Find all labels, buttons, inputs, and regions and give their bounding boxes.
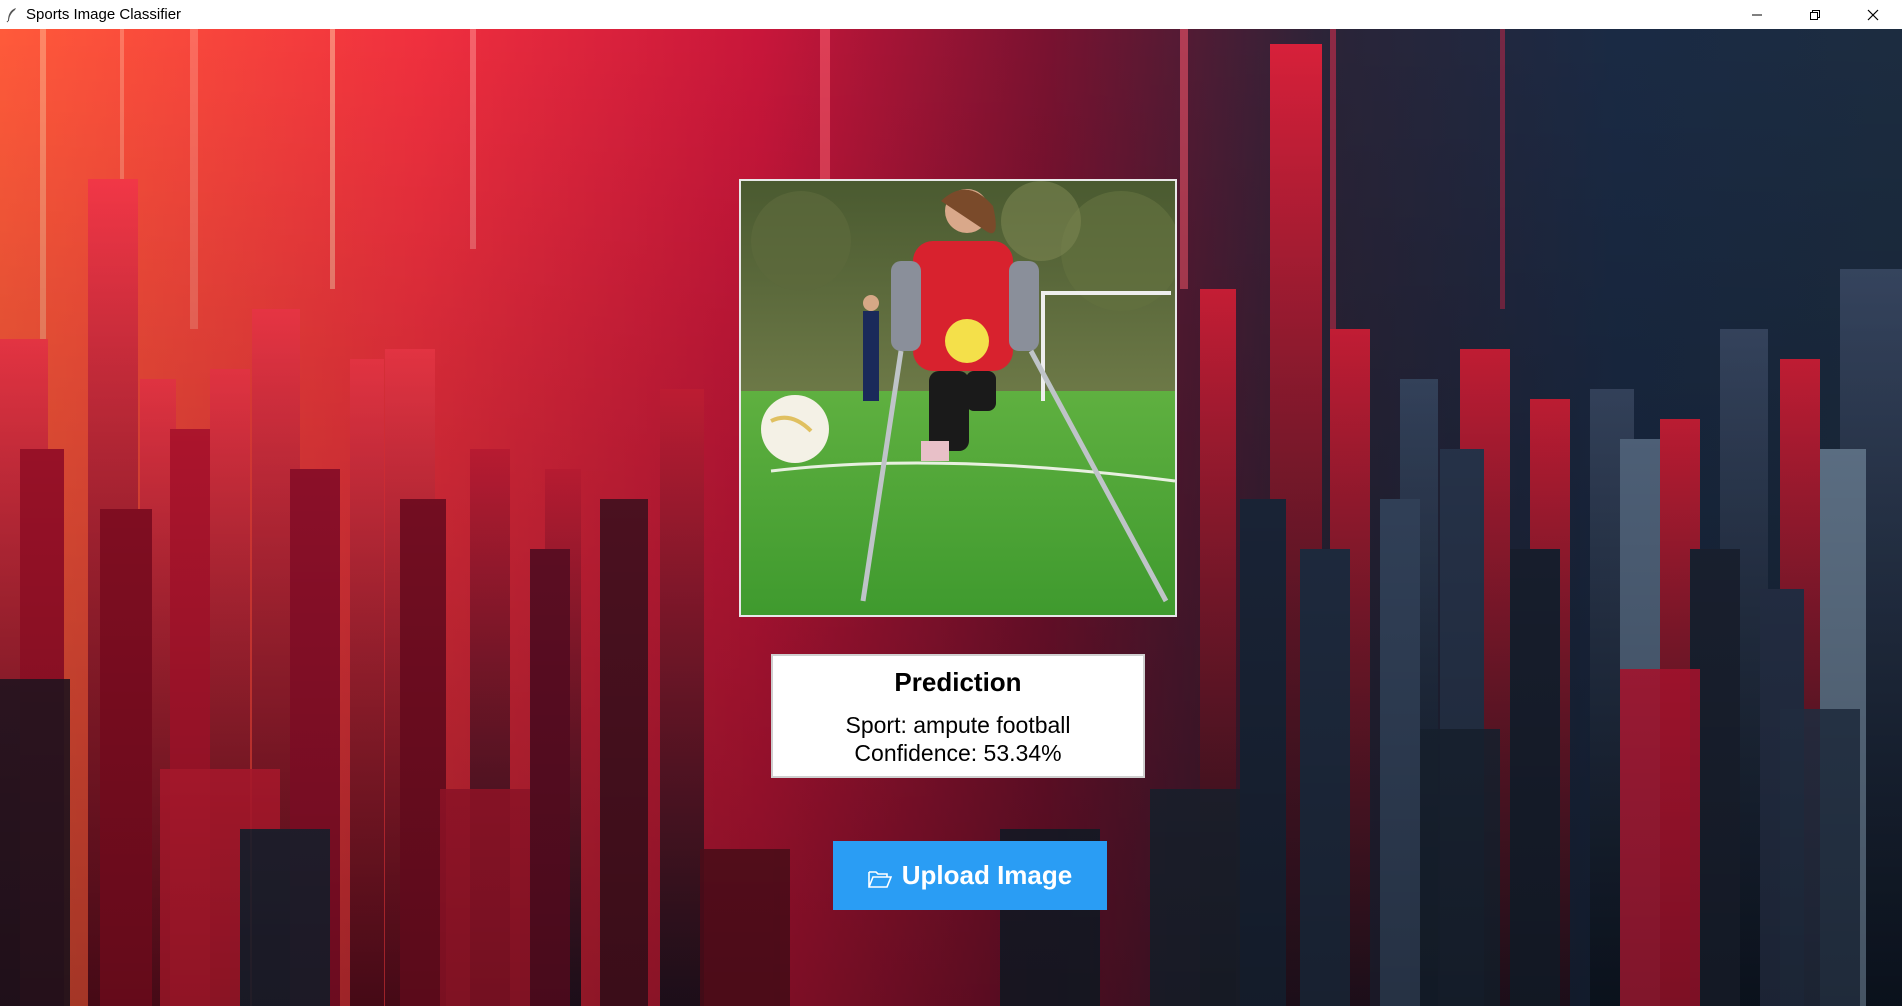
restore-button[interactable] [1786, 0, 1844, 29]
feather-icon [6, 7, 16, 22]
uploaded-image [739, 179, 1177, 617]
prediction-panel: Prediction Sport: ampute football Confid… [771, 654, 1145, 778]
main-canvas: Prediction Sport: ampute football Confid… [0, 29, 1902, 1006]
prediction-confidence: Confidence: 53.34% [854, 740, 1062, 766]
minimize-icon [1752, 14, 1762, 15]
close-button[interactable] [1844, 0, 1902, 29]
upload-image-button[interactable]: Upload Image [833, 841, 1107, 910]
close-icon [1867, 9, 1879, 20]
prediction-sport: Sport: ampute football [845, 712, 1071, 738]
app-window: Sports Image Classifier Prediction Sport… [0, 0, 1902, 1006]
restore-icon [1810, 9, 1820, 20]
uploaded-photo [741, 181, 1175, 615]
title-bar[interactable]: Sports Image Classifier [0, 0, 1902, 29]
minimize-button[interactable] [1728, 0, 1786, 29]
prediction-title: Prediction [894, 667, 1022, 697]
upload-button-label: Upload Image [901, 860, 1073, 890]
window-controls [1728, 0, 1902, 29]
window-title: Sports Image Classifier [26, 6, 182, 23]
folder-open-icon [867, 870, 892, 888]
